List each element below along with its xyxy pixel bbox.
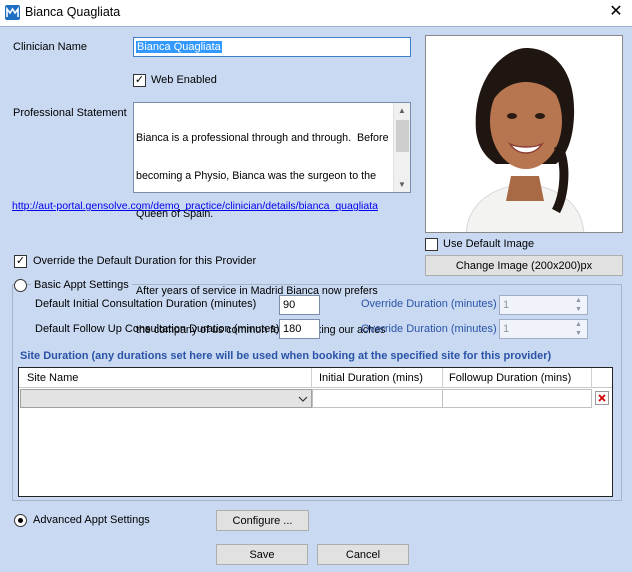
statement-scrollbar[interactable]: ▲ ▼ [393,103,410,192]
override-duration-checkbox[interactable]: ✓ [14,255,27,268]
web-enabled-checkbox[interactable]: ✓ [133,74,146,87]
override-initial-spinner[interactable]: 1 ▲ ▼ [499,295,588,315]
scroll-thumb[interactable] [396,120,409,152]
advanced-appt-radio[interactable] [14,514,27,527]
statement-line: Bianca is a professional through and thr… [136,131,389,144]
grid-header: Site Name Initial Duration (mins) Follow… [19,368,612,388]
clinician-name-input[interactable]: Bianca Quagliata [133,37,411,57]
followup-duration-value: 180 [283,323,302,335]
column-header-site[interactable]: Site Name [27,372,78,384]
site-duration-heading: Site Duration (any durations set here wi… [20,350,552,362]
followup-duration-cell[interactable] [442,389,592,408]
chevron-down-icon[interactable] [296,391,310,406]
site-duration-grid[interactable]: Site Name Initial Duration (mins) Follow… [18,367,613,497]
profile-url-link[interactable]: http://aut-portal.gensolve.com/demo_prac… [12,200,378,212]
initial-duration-label: Default Initial Consultation Duration (m… [35,298,257,310]
override-followup-spinner[interactable]: 1 ▲ ▼ [499,319,588,339]
column-divider [442,368,443,388]
title-divider [0,26,632,27]
override-followup-label: Override Duration (minutes) [361,323,497,335]
clinician-name-value: Bianca Quagliata [136,41,222,53]
professional-statement-textarea[interactable]: Bianca is a professional through and thr… [133,102,411,336]
followup-duration-label: Default Follow Up Consultation Duration … [35,323,280,335]
basic-appt-label: Basic Appt Settings [31,279,132,291]
spinner-arrows-icon[interactable]: ▲ ▼ [575,296,582,314]
checkmark-icon: ✓ [15,255,26,267]
professional-statement-label: Professional Statement [13,107,127,119]
clinician-photo [425,35,623,233]
cancel-button[interactable]: Cancel [317,544,409,565]
followup-duration-input[interactable]: 180 [279,319,320,339]
advanced-appt-label: Advanced Appt Settings [33,514,150,526]
use-default-image-label: Use Default Image [443,238,535,250]
clinician-name-label: Clinician Name [13,41,87,53]
scroll-up-icon[interactable]: ▲ [398,106,406,115]
checkmark-icon: ✓ [134,74,145,86]
configure-button[interactable]: Configure ... [216,510,309,531]
statement-line: becoming a Physio, Bianca was the surgeo… [136,169,377,182]
close-button[interactable]: ✕ [606,2,626,22]
site-name-dropdown[interactable] [20,389,312,408]
use-default-image-checkbox[interactable] [425,238,438,251]
window-title: Bianca Quagliata [25,5,121,19]
save-button[interactable]: Save [216,544,308,565]
close-icon: ✕ [609,3,623,20]
portrait-image [426,36,622,232]
initial-duration-value: 90 [283,299,296,311]
initial-duration-input[interactable]: 90 [279,295,320,315]
override-duration-label: Override the Default Duration for this P… [33,255,257,267]
override-followup-value: 1 [503,323,510,335]
radio-selected-dot [18,518,23,523]
web-enabled-label: Web Enabled [151,74,217,86]
initial-duration-cell[interactable] [312,389,443,408]
title-bar: Bianca Quagliata ✕ [0,0,632,26]
spinner-arrows-icon[interactable]: ▲ ▼ [575,320,582,338]
column-divider [591,368,592,388]
delete-row-icon[interactable] [595,391,609,405]
basic-appt-radio[interactable] [14,279,27,292]
override-initial-value: 1 [503,299,510,311]
change-image-button[interactable]: Change Image (200x200)px [425,255,623,276]
scroll-down-icon[interactable]: ▼ [398,180,406,189]
column-header-followup[interactable]: Followup Duration (mins) [449,372,571,384]
column-header-initial[interactable]: Initial Duration (mins) [319,372,423,384]
override-initial-label: Override Duration (minutes) [361,298,497,310]
column-divider [311,368,312,388]
app-logo-icon [5,5,20,20]
